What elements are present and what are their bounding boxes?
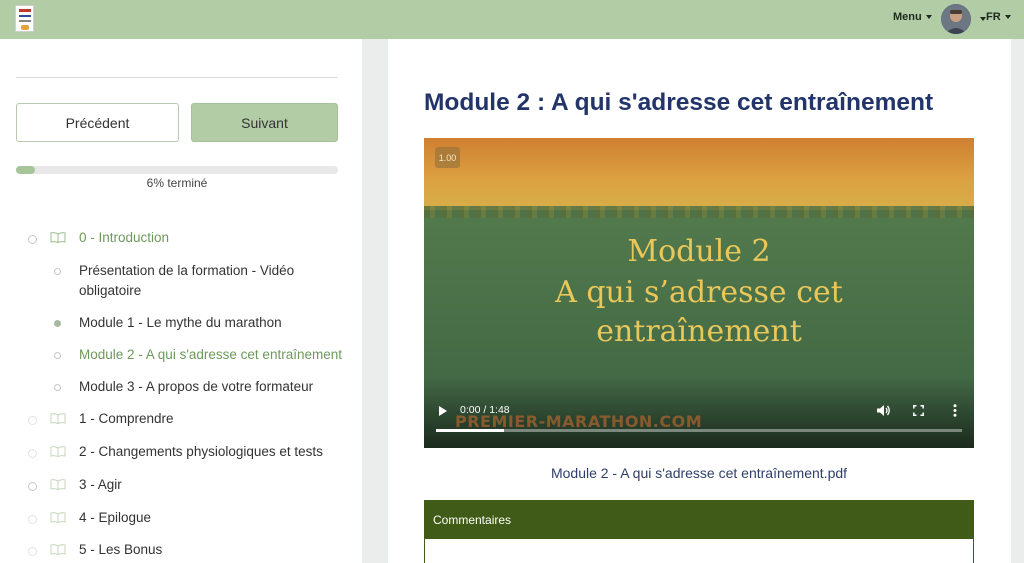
book-icon — [50, 544, 66, 555]
video-title-line: entraînement — [596, 314, 802, 349]
book-icon — [50, 512, 66, 523]
progress-bar — [16, 166, 338, 174]
section-agir[interactable]: 3 - Agir — [79, 475, 122, 495]
top-bar: Menu FR — [0, 0, 1024, 39]
progress-label: 6% terminé — [146, 176, 208, 190]
next-button[interactable]: Suivant — [191, 103, 338, 142]
fullscreen-icon[interactable] — [913, 405, 924, 416]
divider — [16, 77, 338, 78]
section-bonus[interactable]: 5 - Les Bonus — [79, 540, 162, 560]
lesson-module-2[interactable]: Module 2 - A qui s'adresse cet entraînem… — [79, 345, 342, 365]
lesson-module-3[interactable]: Module 3 - A propos de votre formateur — [79, 377, 313, 397]
lesson-presentation[interactable]: Présentation de la formation - Vidéo obl… — [79, 261, 339, 301]
lesson-label: Présentation de la formation - Vidéo — [79, 263, 295, 278]
section-changements[interactable]: 2 - Changements physiologiques et tests — [79, 442, 323, 462]
video-title-line: A qui s’adresse cet — [555, 275, 843, 310]
lesson-module-1[interactable]: Module 1 - Le mythe du marathon — [79, 313, 282, 333]
video-seek-played — [436, 429, 505, 432]
lesson-label-line2: obligatoire — [79, 283, 142, 298]
more-options-icon[interactable] — [953, 404, 957, 417]
book-icon — [50, 413, 66, 424]
language-dropdown[interactable]: FR — [986, 11, 1011, 23]
previous-button[interactable]: Précédent — [16, 103, 179, 142]
video-time: 0:00 / 1:48 — [460, 404, 510, 416]
chevron-down-icon — [1004, 15, 1011, 20]
book-icon — [50, 232, 66, 243]
course-logo-icon[interactable] — [15, 5, 34, 32]
section-status-icon — [28, 515, 37, 524]
playback-speed-button[interactable]: 1.00 — [435, 147, 460, 168]
volume-icon[interactable] — [876, 404, 890, 417]
user-avatar-icon — [941, 4, 971, 34]
avatar[interactable] — [941, 4, 971, 34]
section-status-icon — [28, 547, 37, 556]
section-introduction[interactable]: 0 - Introduction — [79, 228, 169, 248]
pdf-attachment-link[interactable]: Module 2 - A qui s'adresse cet entraînem… — [424, 465, 974, 481]
video-title-line: Module 2 — [627, 234, 771, 269]
section-epilogue[interactable]: 4 - Epilogue — [79, 508, 151, 528]
lesson-status-icon — [54, 268, 61, 275]
menu-label: Menu — [893, 11, 922, 23]
page-title: Module 2 : A qui s'adresse cet entraînem… — [424, 89, 934, 116]
lesson-status-icon — [54, 352, 61, 359]
comments-header: Commentaires — [425, 501, 973, 539]
section-status-icon — [28, 449, 37, 458]
comments-panel: Commentaires — [424, 500, 974, 563]
chevron-down-icon — [925, 15, 932, 20]
section-status-icon — [28, 482, 37, 491]
lesson-status-icon — [54, 384, 61, 391]
completed-icon — [54, 320, 61, 327]
menu-dropdown[interactable]: Menu — [893, 11, 932, 23]
section-status-icon — [28, 235, 37, 244]
video-player[interactable]: Module 2 A qui s’adresse cet entraînemen… — [424, 138, 974, 448]
book-icon — [50, 479, 66, 490]
play-icon[interactable] — [439, 406, 447, 416]
language-label: FR — [986, 11, 1001, 23]
section-status-icon — [28, 416, 37, 425]
video-seek-bar[interactable] — [436, 429, 962, 432]
section-comprendre[interactable]: 1 - Comprendre — [79, 409, 174, 429]
course-sidebar: Précédent Suivant 6% terminé 0 - Introdu… — [0, 39, 362, 563]
progress-fill — [16, 166, 36, 174]
book-icon — [50, 446, 66, 457]
